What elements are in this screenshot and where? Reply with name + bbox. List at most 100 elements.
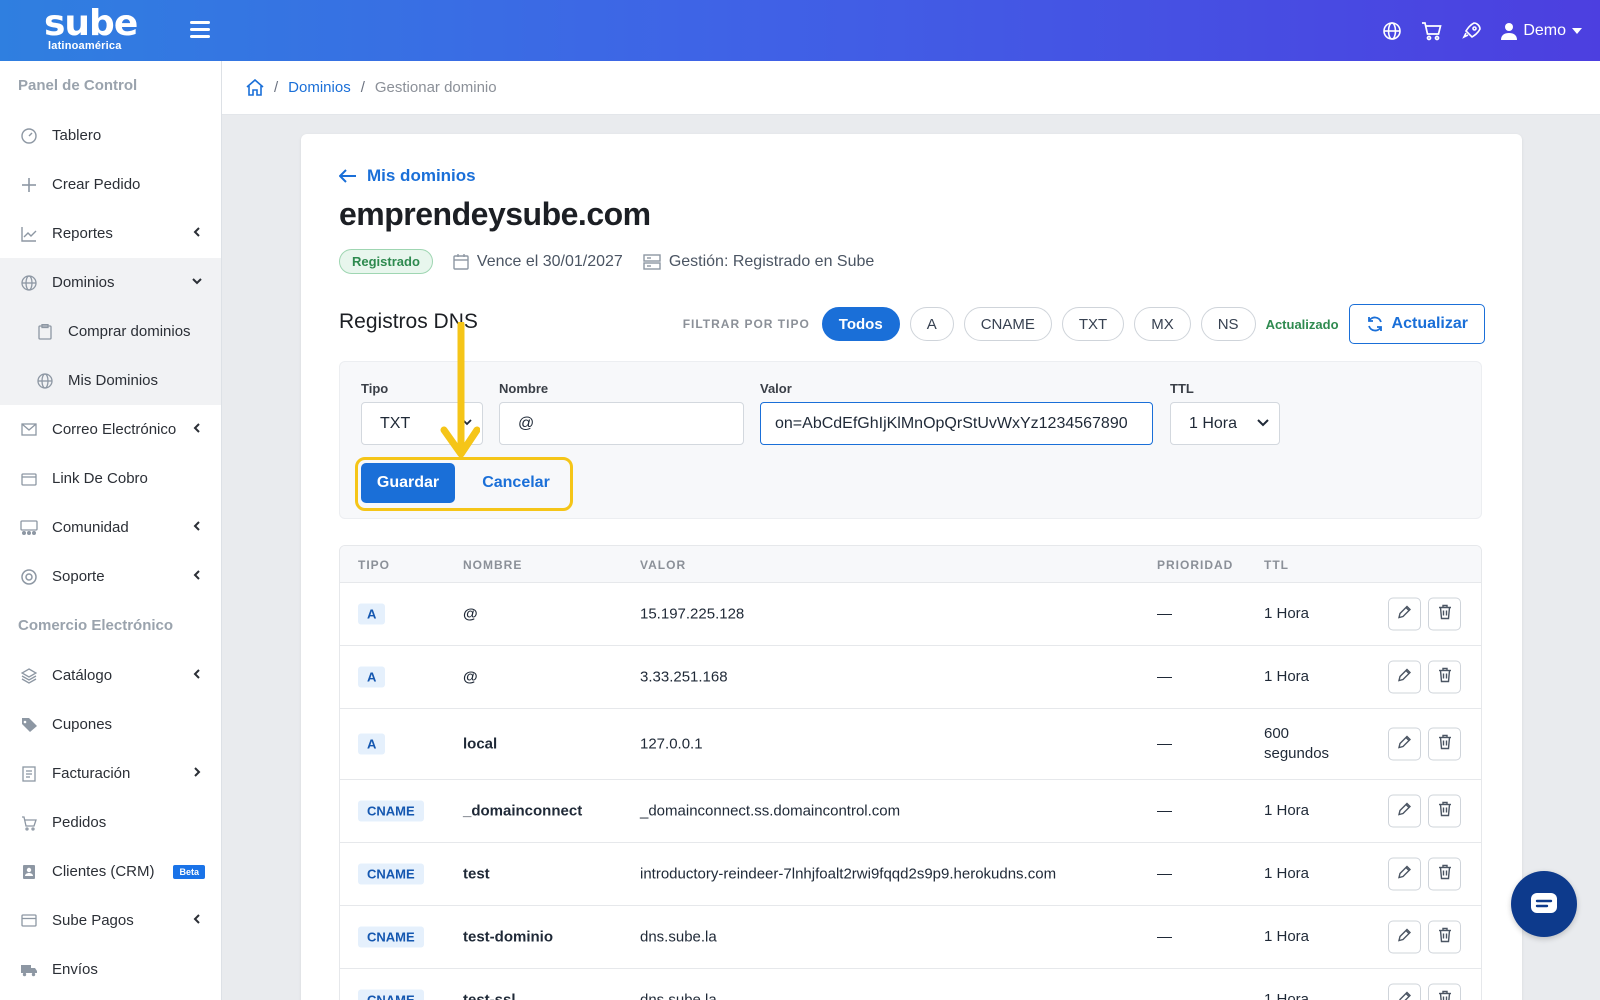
chat-button[interactable]: [1511, 871, 1577, 937]
breadcrumb-separator: /: [360, 79, 365, 96]
edit-record-button[interactable]: [1388, 727, 1421, 761]
cancel-button[interactable]: Cancelar: [468, 463, 564, 503]
delete-record-button[interactable]: [1428, 920, 1461, 954]
sidebar-item-label: Dominios: [52, 274, 115, 291]
record-type-badge: CNAME: [358, 800, 424, 822]
delete-record-button[interactable]: [1428, 857, 1461, 891]
user-menu[interactable]: Demo: [1501, 22, 1582, 40]
back-to-domains-link[interactable]: Mis dominios: [339, 166, 476, 186]
record-ttl-cell: 1 Hora: [1264, 802, 1310, 819]
invoice-icon: [20, 765, 38, 783]
chevron-down-icon: [1257, 419, 1269, 427]
cart-icon[interactable]: [1421, 20, 1443, 42]
chevron-left-icon: [193, 521, 200, 531]
filter-ns[interactable]: NS: [1200, 307, 1256, 341]
ttl-select-value: 1 Hora: [1189, 414, 1238, 432]
sidebar-item-soporte[interactable]: Soporte: [0, 552, 221, 601]
record-type-badge: CNAME: [358, 863, 424, 885]
sidebar-item-mis-dominios[interactable]: Mis Dominios: [0, 356, 221, 405]
filter-txt[interactable]: TXT: [1061, 307, 1125, 341]
breadcrumb-link-dominios[interactable]: Dominios: [288, 79, 351, 96]
edit-record-button[interactable]: [1388, 597, 1421, 631]
plus-icon: [20, 176, 38, 194]
save-button[interactable]: Guardar: [361, 463, 455, 503]
sidebar-item-label: Envíos: [52, 961, 98, 978]
refresh-button[interactable]: Actualizar: [1348, 304, 1485, 344]
chevron-left-icon: [193, 914, 200, 924]
sidebar-item-tablero[interactable]: Tablero: [0, 111, 221, 160]
chevron-left-icon: [193, 227, 200, 237]
sidebar-item-dominios[interactable]: Dominios: [0, 258, 221, 307]
filter-label: FILTRAR POR TIPO: [682, 317, 810, 331]
home-icon[interactable]: [246, 79, 264, 96]
ttl-select[interactable]: 1 Hora: [1170, 402, 1280, 445]
layers-icon: [20, 667, 38, 685]
sidebar-item-label: Sube Pagos: [52, 912, 134, 929]
sidebar-item-reportes[interactable]: Reportes: [0, 209, 221, 258]
table-row: CNAME _domainconnect _domainconnect.ss.dom…: [340, 780, 1481, 843]
value-input[interactable]: on=AbCdEfGhIjKlMnOpQrStUvWxYz1234567890: [760, 402, 1153, 445]
delete-record-button[interactable]: [1428, 597, 1461, 631]
record-ttl-cell: 1 Hora: [1264, 865, 1310, 882]
refresh-icon: [1367, 316, 1382, 332]
column-header-value: VALOR: [640, 558, 687, 572]
globe-icon[interactable]: [1381, 20, 1403, 42]
sidebar-item-facturacion[interactable]: Facturación: [0, 749, 221, 798]
table-body: A @15.197.225.128 — 1 Hora A @3.33.251.168 — 1 …: [340, 583, 1481, 1000]
trash-icon: [1438, 801, 1452, 821]
line-chart-icon: [20, 225, 38, 243]
sidebar-item-crear-pedido[interactable]: Crear Pedido: [0, 160, 221, 209]
globe-icon: [20, 274, 38, 292]
delete-record-button[interactable]: [1428, 727, 1461, 761]
edit-record-button[interactable]: [1388, 660, 1421, 694]
logo-subtext: latinoamérica: [48, 40, 122, 52]
name-label: Nombre: [499, 381, 549, 396]
delete-record-button[interactable]: [1428, 794, 1461, 828]
delete-record-button[interactable]: [1428, 660, 1461, 694]
record-value-cell: 127.0.0.1: [640, 735, 703, 753]
name-input[interactable]: @: [499, 402, 744, 445]
logo[interactable]: sube latinoamérica: [44, 6, 138, 56]
record-type-cell: CNAME: [358, 863, 424, 885]
table-row: CNAME test introductory-reindeer-7lnhjfoal…: [340, 843, 1481, 906]
filter-cname[interactable]: CNAME: [963, 307, 1052, 341]
record-type-badge: CNAME: [358, 989, 424, 1000]
record-name-cell: local: [463, 735, 498, 753]
rocket-icon[interactable]: [1461, 20, 1483, 42]
edit-record-button[interactable]: [1388, 794, 1421, 828]
filter-todos[interactable]: Todos: [821, 307, 900, 341]
edit-record-button[interactable]: [1388, 920, 1421, 954]
sidebar-item-label: Clientes (CRM): [52, 863, 155, 880]
edit-record-button[interactable]: [1388, 857, 1421, 891]
table-row: CNAME test-ssl dns.sube.la — 1 Hora: [340, 969, 1481, 1000]
sidebar-item-sube-pagos[interactable]: Sube Pagos: [0, 896, 221, 945]
truck-icon: [20, 961, 38, 979]
sidebar-item-correo[interactable]: Correo Electrónico: [0, 405, 221, 454]
top-bar: sube latinoamérica Demo: [0, 0, 1600, 61]
sidebar-item-cupones[interactable]: Cupones: [0, 700, 221, 749]
sidebar-item-label: Correo Electrónico: [52, 421, 177, 438]
delete-record-button[interactable]: [1428, 983, 1461, 1000]
annotation-arrow: [440, 322, 480, 458]
sidebar-item-comprar-dominios[interactable]: Comprar dominios: [0, 307, 221, 356]
menu-toggle-icon[interactable]: [190, 21, 210, 39]
management-info: Gestión: Registrado en Sube: [643, 253, 874, 271]
record-value-cell: dns.sube.la: [640, 991, 717, 1000]
filter-mx[interactable]: MX: [1134, 307, 1191, 341]
sidebar-item-catalogo[interactable]: Catálogo: [0, 651, 221, 700]
edit-record-button[interactable]: [1388, 983, 1421, 1000]
arrow-left-icon: [339, 169, 356, 183]
clipboard-icon: [36, 323, 54, 341]
sidebar-item-clientes[interactable]: Clientes (CRM) Beta: [0, 847, 221, 896]
record-type-cell: CNAME: [358, 989, 424, 1000]
filter-a[interactable]: A: [909, 307, 954, 341]
sidebar-item-link-de-cobro[interactable]: Link De Cobro: [0, 454, 221, 503]
sidebar-item-pedidos[interactable]: Pedidos: [0, 798, 221, 847]
sidebar-item-label: Link De Cobro: [52, 470, 148, 487]
record-type-badge: A: [358, 603, 386, 625]
sidebar-item-comunidad[interactable]: Comunidad: [0, 503, 221, 552]
sidebar-item-envios[interactable]: Envíos: [0, 945, 221, 994]
dns-records-table: TIPO NOMBRE VALOR PRIORIDAD TTL A @15.197…: [339, 545, 1482, 1000]
record-ttl-cell: 1 Hora: [1264, 928, 1310, 945]
record-value-cell: _domainconnect.ss.domaincontrol.com: [640, 802, 901, 820]
